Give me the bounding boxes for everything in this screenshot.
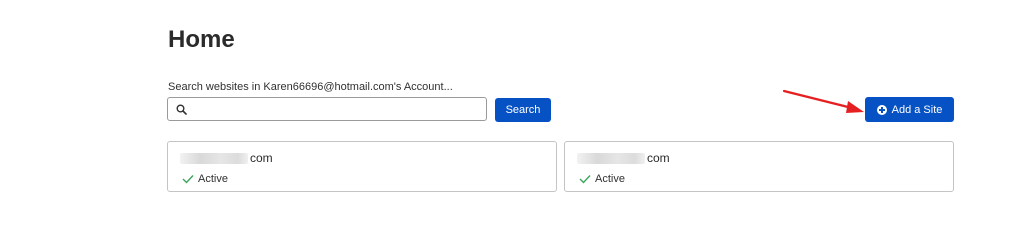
status-badge: Active xyxy=(182,173,228,185)
home-page: Home Search websites in Karen66696@hotma… xyxy=(0,0,1024,251)
status-text: Active xyxy=(198,173,228,185)
site-name-suffix: com xyxy=(250,151,273,165)
add-site-label: Add a Site xyxy=(891,103,943,116)
plus-circle-icon xyxy=(876,104,887,115)
search-input[interactable] xyxy=(192,100,480,118)
search-label: Search websites in Karen66696@hotmail.co… xyxy=(168,81,453,93)
site-card[interactable]: com Active xyxy=(167,141,557,192)
site-name-suffix: com xyxy=(647,151,670,165)
site-name[interactable]: com xyxy=(180,151,273,165)
redacted-domain xyxy=(577,152,645,164)
search-field[interactable] xyxy=(167,97,487,121)
status-text: Active xyxy=(595,173,625,185)
site-name[interactable]: com xyxy=(577,151,670,165)
checkmark-icon xyxy=(182,175,194,184)
add-site-button[interactable]: Add a Site xyxy=(865,97,954,122)
checkmark-icon xyxy=(579,175,591,184)
status-badge: Active xyxy=(579,173,625,185)
search-icon xyxy=(176,104,187,115)
search-button[interactable]: Search xyxy=(495,98,551,122)
page-title: Home xyxy=(168,26,235,53)
site-card[interactable]: com Active xyxy=(564,141,954,192)
redacted-domain xyxy=(180,152,248,164)
annotation-arrow xyxy=(782,89,864,113)
